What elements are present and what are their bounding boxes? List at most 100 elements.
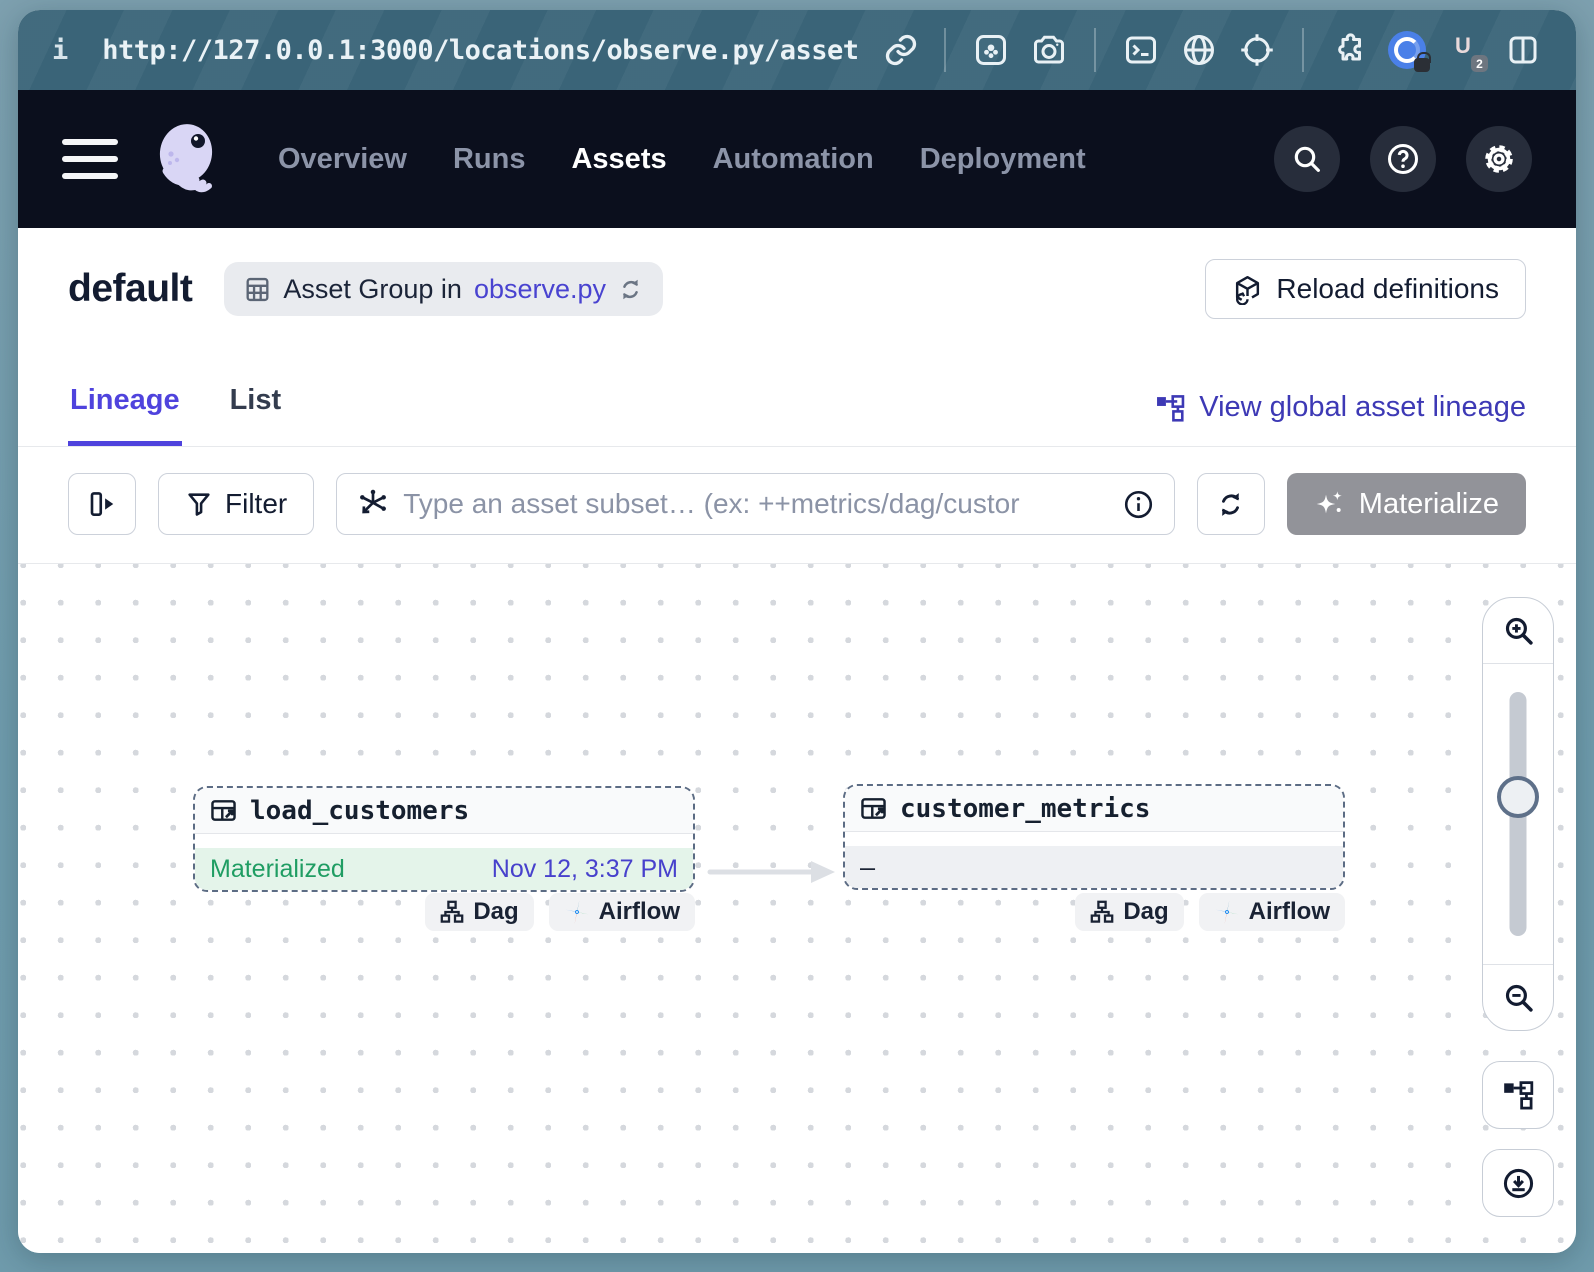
status-label: Materialized: [210, 855, 345, 884]
globe-icon[interactable]: [1180, 31, 1218, 69]
tag-chip-dag[interactable]: Dag: [425, 893, 533, 931]
zoom-in-icon: [1502, 614, 1535, 647]
global-lineage-label: View global asset lineage: [1199, 391, 1526, 424]
camera-icon[interactable]: [1030, 31, 1068, 69]
zoom-out-button[interactable]: [1483, 964, 1553, 1030]
split-view-icon[interactable]: [1504, 31, 1542, 69]
adblock-shield-icon[interactable]: U2: [1446, 31, 1484, 69]
badge-refresh-icon[interactable]: [618, 277, 643, 302]
asset-status-row: –: [845, 846, 1343, 888]
reload-cube-icon: [1232, 274, 1263, 305]
asset-node-header: load_customers: [195, 788, 693, 834]
tag-chip-airflow[interactable]: Airflow: [1199, 893, 1345, 931]
asset-node-customer-metrics[interactable]: customer_metrics –: [843, 784, 1345, 890]
zoom-slider-thumb[interactable]: [1497, 776, 1539, 818]
tag-chip-airflow[interactable]: Airflow: [549, 893, 695, 931]
password-manager-icon[interactable]: [1388, 31, 1426, 69]
nav-item-overview[interactable]: Overview: [278, 143, 407, 176]
tag-label: Airflow: [1249, 898, 1330, 926]
zoom-control: [1482, 597, 1554, 1031]
tab-list[interactable]: List: [228, 370, 284, 446]
lineage-graph-icon: [1155, 393, 1185, 423]
code-location-link[interactable]: observe.py: [474, 274, 606, 305]
asset-subset-input[interactable]: [403, 488, 1109, 520]
refresh-icon: [1216, 490, 1245, 519]
asset-tags-customer-metrics: Dag Airflow: [843, 893, 1345, 931]
nav-item-assets[interactable]: Assets: [571, 143, 666, 176]
asset-node-load-customers[interactable]: load_customers Materialized Nov 12, 3:37…: [193, 786, 695, 892]
extensions-puzzle-icon[interactable]: [1330, 31, 1368, 69]
lineage-graph-icon: [1502, 1079, 1534, 1111]
address-bar[interactable]: http://127.0.0.1:3000/locations/observe.…: [102, 35, 862, 66]
help-button[interactable]: [1370, 126, 1436, 192]
airflow-icon: [564, 899, 590, 925]
airflow-icon: [1214, 899, 1240, 925]
dagster-logo[interactable]: [146, 117, 228, 201]
panel-expand-icon: [87, 489, 117, 519]
download-graph-button[interactable]: [1482, 1149, 1554, 1217]
page-title: default: [68, 267, 192, 311]
toolbar-separator: [1302, 28, 1304, 72]
dag-icon: [440, 900, 464, 924]
reload-definitions-button[interactable]: Reload definitions: [1205, 259, 1526, 319]
tag-chip-dag[interactable]: Dag: [1075, 893, 1183, 931]
download-icon: [1502, 1167, 1535, 1200]
asset-name: customer_metrics: [900, 794, 1150, 824]
crosshair-icon[interactable]: [1238, 31, 1276, 69]
tag-label: Airflow: [599, 898, 680, 926]
page-info-icon[interactable]: i: [52, 35, 68, 66]
tag-label: Dag: [473, 898, 518, 926]
settings-button[interactable]: [1466, 126, 1532, 192]
browser-window: i http://127.0.0.1:3000/locations/observ…: [18, 10, 1576, 1253]
nav-item-deployment[interactable]: Deployment: [920, 143, 1086, 176]
materialize-button[interactable]: Materialize: [1287, 473, 1526, 535]
open-panel-button[interactable]: [68, 473, 136, 535]
sparkles-icon: [1314, 488, 1346, 520]
tab-lineage[interactable]: Lineage: [68, 370, 182, 446]
browser-toolbar: i http://127.0.0.1:3000/locations/observ…: [18, 10, 1576, 90]
node-spacer: [845, 832, 1343, 846]
menu-hamburger-icon[interactable]: [62, 139, 118, 179]
copy-link-icon[interactable]: [882, 31, 920, 69]
op-selector-icon: [357, 488, 389, 520]
zoom-in-button[interactable]: [1483, 598, 1553, 664]
screenshot-tool-icon[interactable]: [972, 31, 1010, 69]
global-lineage-link[interactable]: View global asset lineage: [1155, 391, 1526, 446]
info-icon[interactable]: [1123, 489, 1154, 520]
zoom-slider[interactable]: [1483, 664, 1553, 964]
nav-item-automation[interactable]: Automation: [713, 143, 874, 176]
badge-text: Asset Group in: [283, 274, 462, 305]
lineage-toolbar: Filter: [18, 447, 1576, 564]
reload-definitions-label: Reload definitions: [1276, 273, 1499, 305]
desktop-frame: i http://127.0.0.1:3000/locations/observ…: [0, 0, 1594, 1272]
page-header: default Asset Group in observe.py: [18, 258, 1576, 320]
nav-item-runs[interactable]: Runs: [453, 143, 526, 176]
filter-funnel-icon: [185, 490, 213, 518]
toolbar-separator: [944, 28, 946, 72]
lineage-edge-arrow: [695, 858, 843, 886]
fit-lineage-button[interactable]: [1482, 1061, 1554, 1129]
node-spacer: [195, 834, 693, 848]
view-tabs: Lineage List View global asset lineage: [18, 370, 1576, 447]
asset-name: load_customers: [250, 796, 469, 826]
asset-group-icon: [244, 276, 271, 303]
primary-nav: Overview Runs Assets Automation Deployme…: [278, 143, 1086, 176]
toolbar-separator: [1094, 28, 1096, 72]
asset-group-badge: Asset Group in observe.py: [224, 262, 663, 316]
refresh-graph-button[interactable]: [1197, 473, 1265, 535]
terminal-icon[interactable]: [1122, 31, 1160, 69]
filter-button[interactable]: Filter: [158, 473, 314, 535]
asset-table-icon: [210, 797, 237, 824]
asset-tags-load-customers: Dag Airflow: [193, 893, 695, 931]
materialize-label: Materialize: [1359, 488, 1499, 521]
asset-table-icon: [860, 795, 887, 822]
asset-subset-search: [336, 473, 1175, 535]
materialization-timestamp-link[interactable]: Nov 12, 3:37 PM: [492, 855, 678, 884]
asset-status-row: Materialized Nov 12, 3:37 PM: [195, 848, 693, 890]
tag-label: Dag: [1123, 898, 1168, 926]
search-button[interactable]: [1274, 126, 1340, 192]
lineage-canvas[interactable]: load_customers Materialized Nov 12, 3:37…: [18, 564, 1576, 1253]
zoom-out-icon: [1502, 981, 1535, 1014]
app-navbar: Overview Runs Assets Automation Deployme…: [18, 90, 1576, 228]
assets-page: default Asset Group in observe.py: [18, 228, 1576, 1253]
